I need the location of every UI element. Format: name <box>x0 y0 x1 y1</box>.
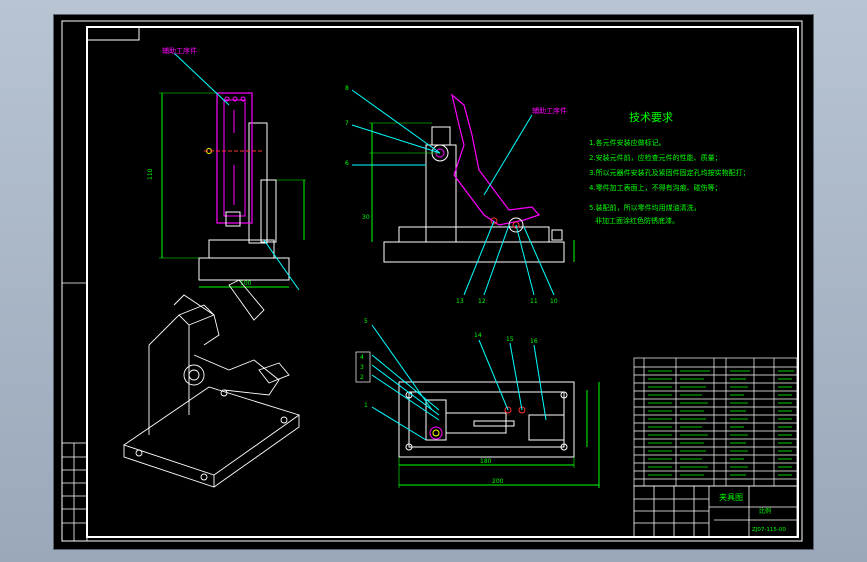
drawing-canvas: 辅助工序件 110 100 8 7 6 辅助工序件 13 12 11 10 30… <box>61 20 803 542</box>
callout-11: 11 <box>530 298 538 305</box>
tech-title: 技术要求 <box>629 111 673 124</box>
callout-1: 1 <box>364 402 368 409</box>
drawing-number: ZJ07-115-00 <box>752 527 786 533</box>
tech-line-1: 1.各元件安装应做标记。 <box>589 138 666 147</box>
callout-top-mid: 辅助工序件 <box>532 106 567 115</box>
callout-16: 16 <box>530 338 538 345</box>
callout-15: 15 <box>506 336 514 343</box>
tech-line-5: 5.装配前，所以零件均用煤油清洗， <box>589 203 701 212</box>
isometric-view <box>122 279 301 488</box>
callout-2: 2 <box>360 374 364 381</box>
dim-bottom-2: 200 <box>492 478 504 485</box>
callout-5: 5 <box>364 318 368 325</box>
front-view <box>159 52 306 291</box>
corner-box <box>86 27 140 41</box>
dim-bottom-1: 180 <box>480 458 492 465</box>
side-view <box>351 89 575 296</box>
cad-viewport[interactable]: 辅助工序件 110 100 8 7 6 辅助工序件 13 12 11 10 30… <box>53 14 814 550</box>
tech-line-4: 4.零件加工表面上，不得有沟痕、碰伤等； <box>589 183 722 192</box>
callout-13: 13 <box>456 298 464 305</box>
callout-3: 3 <box>360 364 364 371</box>
callout-8: 8 <box>345 85 349 92</box>
callout-6: 6 <box>345 160 349 167</box>
tech-line-3: 3.所以元器件安装孔及紧固件固定孔均按实物配打； <box>589 168 750 177</box>
dim-left-vertical: 110 <box>147 168 154 180</box>
callout-14: 14 <box>474 332 482 339</box>
callout-top-left: 辅助工序件 <box>162 46 197 55</box>
callout-12: 12 <box>478 298 486 305</box>
tech-line-2: 2.安装元件前，应检查元件的性能、质量； <box>589 153 722 162</box>
dim-mid-small: 30 <box>362 214 370 221</box>
inner-frame <box>86 26 799 538</box>
callout-7: 7 <box>345 120 349 127</box>
tech-line-6: 非加工面涂红色防锈底漆。 <box>595 216 679 225</box>
callout-4: 4 <box>360 354 364 361</box>
callout-10: 10 <box>550 298 558 305</box>
title-block-name: 夹具图 <box>719 492 743 502</box>
title-block-small: 比例 <box>759 507 771 515</box>
left-strip <box>61 282 88 542</box>
